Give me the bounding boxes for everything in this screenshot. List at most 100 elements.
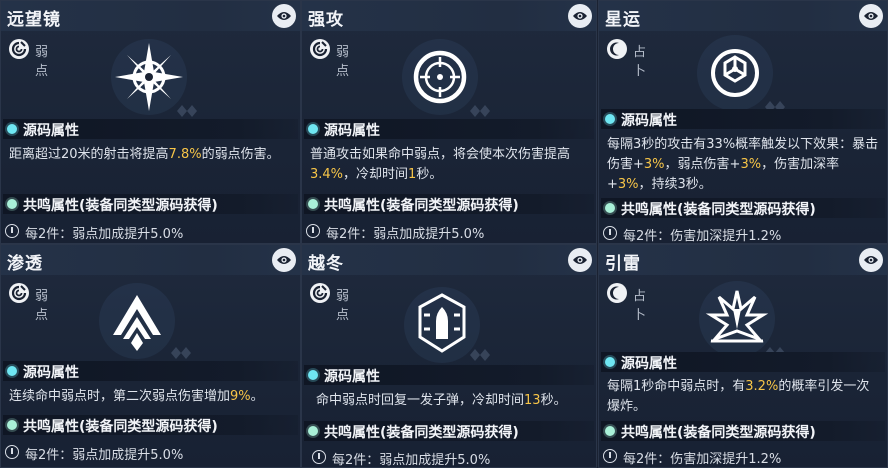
weakpoint-icon: [310, 39, 330, 59]
source-attr-bar: 源码属性: [601, 352, 885, 372]
highlight-value: 3%: [617, 177, 639, 192]
eye-icon[interactable]: [859, 248, 883, 272]
highlight-value: 13: [524, 393, 541, 408]
info-icon: [603, 449, 617, 463]
source-attr-bar: 源码属性: [3, 119, 298, 139]
type-label: 占卜: [633, 289, 647, 323]
eye-icon[interactable]: [859, 4, 883, 28]
description: 普通攻击如果命中弱点，将会使本次伤害提高3.4%，冷却时间1秒。: [310, 145, 590, 185]
divination-icon: [607, 39, 627, 59]
watermark-icon: [171, 347, 191, 359]
source-attr-icon: [605, 114, 615, 124]
resonance-attr-bar: 共鸣属性(装备同类型源码获得): [3, 415, 298, 435]
info-icon: [5, 224, 19, 238]
type-label: 占卜: [633, 45, 647, 79]
code-card-yinlei[interactable]: 引雷 占卜 源码属性 每隔1秒命中弱点时，有3.2%的概率引发一次爆炸。 共鸣属…: [598, 244, 888, 468]
type-label: 弱点: [336, 289, 350, 323]
resonance-attr-label: 共鸣属性(装备同类型源码获得): [23, 198, 218, 214]
source-attr-icon: [605, 357, 615, 367]
eye-icon[interactable]: [568, 4, 592, 28]
card-header: 星运: [599, 1, 887, 31]
description: 连续命中弱点时，第二次弱点伤害增加9%。: [9, 387, 294, 407]
desc-text: 每隔1秒命中弱点时，有: [607, 379, 746, 394]
watermark-icon: [177, 105, 197, 117]
highlight-value: 3.4%: [310, 167, 344, 182]
source-attr-bar: 源码属性: [601, 109, 885, 129]
resonance-attr-label: 共鸣属性(装备同类型源码获得): [324, 425, 519, 441]
description: 距离超过20米的射击将提高7.8%的弱点伤害。: [9, 145, 294, 165]
bonus-text: 每2件：伤害加深提升1.2%: [623, 452, 782, 467]
resonance-attr-bar: 共鸣属性(装备同类型源码获得): [601, 421, 885, 441]
resonance-attr-label: 共鸣属性(装备同类型源码获得): [23, 419, 218, 435]
resonance-attr-icon: [308, 199, 318, 209]
weakpoint-icon: [310, 283, 330, 303]
triquetra-icon: [695, 33, 775, 113]
source-attr-bar: 源码属性: [304, 119, 594, 139]
chevron-arrow-icon: [97, 281, 177, 361]
bonus-text: 每2件：弱点加成提升5.0%: [25, 227, 184, 242]
code-card-qianggong[interactable]: 强攻 弱点 源码属性 普通攻击如果命中弱点，将会使本次伤害提高 3.4%，冷却时间…: [301, 0, 597, 244]
card-title: 远望镜: [7, 10, 61, 30]
source-attr-icon: [7, 124, 17, 134]
card-title: 强攻: [308, 10, 344, 30]
code-card-shentou[interactable]: 渗透 弱点 源码属性 连续命中弱点时，第二次弱点伤害增加9%。 共鸣属性(装备同…: [0, 244, 301, 468]
info-icon: [306, 224, 320, 238]
code-card-xingyun[interactable]: 星运 占卜 源码属性 每隔3秒的攻击有33%概率触发以下效果：暴击伤害+3%，弱…: [598, 0, 888, 244]
card-header: 远望镜: [1, 1, 300, 31]
highlight-value: 3%: [643, 157, 665, 172]
desc-text: 的弱点伤害。: [201, 147, 280, 162]
eye-icon[interactable]: [272, 4, 296, 28]
resonance-attr-bar: 共鸣属性(装备同类型源码获得): [3, 194, 298, 214]
code-card-yuedong[interactable]: 越冬 弱点 源码属性 命中弱点时回复一发子弹，冷却时间13秒。 共鸣属性(装备同…: [301, 244, 597, 468]
highlight-value: 3.2%: [745, 379, 779, 394]
resonance-attr-label: 共鸣属性(装备同类型源码获得): [621, 202, 816, 218]
source-attr-icon: [308, 124, 318, 134]
highlight-value: 7.8%: [168, 147, 202, 162]
desc-text: 普通攻击如果命中弱点，将会使本次伤害提高: [310, 147, 571, 162]
resonance-attr-icon: [7, 420, 17, 430]
watermark-icon: [470, 105, 490, 117]
resonance-attr-bar: 共鸣属性(装备同类型源码获得): [601, 198, 885, 218]
bonus-text: 每2件：伤害加深提升1.2%: [623, 229, 782, 244]
description: 每隔3秒的攻击有33%概率触发以下效果：暴击伤害+3%，弱点伤害+3%，伤害加深…: [607, 135, 881, 195]
resonance-attr-icon: [7, 199, 17, 209]
desc-text: 命中弱点时回复一发子弹，冷却时间: [316, 393, 525, 408]
card-header: 越冬: [302, 245, 596, 275]
info-icon: [312, 450, 326, 464]
source-attr-label: 源码属性: [621, 356, 677, 372]
resonance-attr-label: 共鸣属性(装备同类型源码获得): [621, 425, 816, 441]
bonus-text: 每2件：弱点加成提升5.0%: [332, 453, 491, 468]
desc-text: ，持续3秒。: [638, 177, 712, 192]
source-attr-label: 源码属性: [324, 123, 380, 139]
card-header: 渗透: [1, 245, 300, 275]
source-attr-bar: 源码属性: [304, 365, 594, 385]
card-title: 越冬: [308, 254, 344, 274]
resonance-attr-label: 共鸣属性(装备同类型源码获得): [324, 198, 519, 214]
desc-text: 秒。: [416, 167, 443, 182]
code-card-yuanwangjing[interactable]: 远望镜 弱点 源码属性 距离超过20米的射击将提高7.8%的弱点伤害。 共鸣属性…: [0, 0, 301, 244]
source-attr-icon: [308, 370, 318, 380]
info-icon: [5, 445, 19, 459]
description: 命中弱点时回复一发子弹，冷却时间13秒。: [316, 391, 590, 411]
resonance-attr-bar: 共鸣属性(装备同类型源码获得): [304, 421, 594, 441]
bonus-text: 每2件：弱点加成提升5.0%: [326, 227, 485, 242]
desc-text: 连续命中弱点时，第二次弱点伤害增加: [9, 389, 231, 404]
description: 每隔1秒命中弱点时，有3.2%的概率引发一次爆炸。: [607, 377, 881, 417]
type-label: 弱点: [35, 45, 49, 79]
type-label: 弱点: [35, 289, 49, 323]
crosshair-icon: [400, 37, 480, 117]
desc-text: 。: [250, 389, 264, 404]
eye-icon[interactable]: [272, 248, 296, 272]
resonance-attr-icon: [605, 203, 615, 213]
card-title: 引雷: [605, 254, 641, 274]
watermark-icon: [470, 349, 490, 361]
type-label: 弱点: [336, 45, 350, 79]
source-attr-icon: [7, 366, 17, 376]
weakpoint-icon: [9, 39, 29, 59]
resonance-attr-bar: 共鸣属性(装备同类型源码获得): [304, 194, 594, 214]
bonus-text: 每2件：弱点加成提升5.0%: [25, 448, 184, 463]
desc-text: 距离超过20米的射击将提高: [9, 147, 169, 162]
eye-icon[interactable]: [568, 248, 592, 272]
source-attr-bar: 源码属性: [3, 361, 298, 381]
card-header: 引雷: [599, 245, 887, 275]
